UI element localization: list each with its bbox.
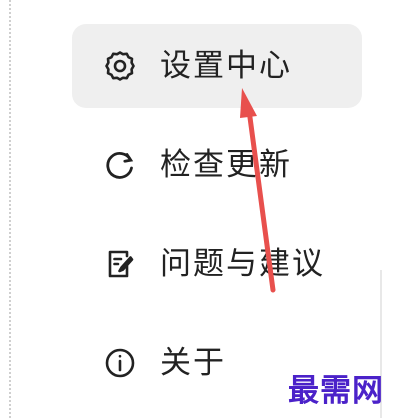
site-watermark: 最需网 xyxy=(288,373,384,409)
menu-item-label: 关于 xyxy=(160,344,226,381)
info-icon xyxy=(102,345,138,381)
refresh-icon xyxy=(102,147,138,183)
menu-item-label: 问题与建议 xyxy=(160,245,325,282)
menu-item-settings-center[interactable]: 设置中心 xyxy=(72,24,362,108)
screenshot-stage: 设置中心 检查更新 问题与建议 关于 最需网 xyxy=(0,0,402,418)
menu-item-feedback[interactable]: 问题与建议 xyxy=(72,222,362,306)
gear-icon xyxy=(102,48,138,84)
menu-item-label: 设置中心 xyxy=(160,47,292,84)
feedback-edit-icon xyxy=(102,246,138,282)
menu-item-check-update[interactable]: 检查更新 xyxy=(72,123,362,207)
settings-dropdown-menu: 设置中心 检查更新 问题与建议 关于 xyxy=(72,24,362,405)
menu-item-label: 检查更新 xyxy=(160,146,292,183)
left-dotted-border xyxy=(9,0,11,418)
